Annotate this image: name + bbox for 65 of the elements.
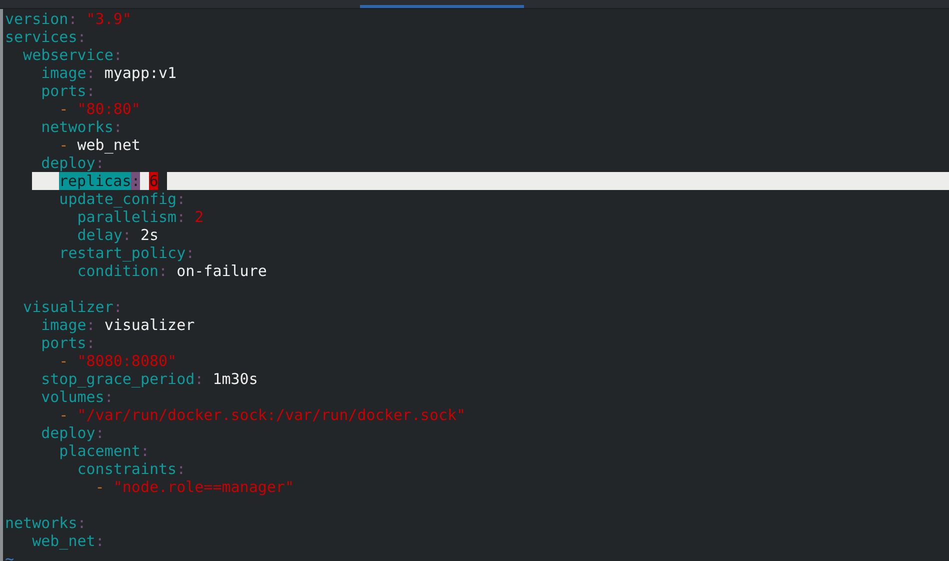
yaml-colon: : (86, 316, 96, 334)
yaml-key: restart_policy (5, 244, 186, 262)
yaml-value: on-failure (176, 262, 267, 280)
yaml-colon: : (131, 172, 140, 190)
yaml-number: 6 (149, 172, 158, 190)
yaml-key: stop_grace_period (5, 370, 195, 388)
list-dash: - (94, 478, 104, 496)
yaml-string: "/var/run/docker.sock:/var/run/docker.sock" (76, 406, 466, 424)
yaml-key: deploy (5, 154, 96, 172)
yaml-key: image (5, 316, 86, 334)
yaml-key: webservice (5, 46, 114, 64)
yaml-key: ports (5, 334, 86, 352)
yaml-value: myapp:v1 (103, 64, 177, 82)
yaml-key: networks (5, 514, 78, 532)
yaml-key: condition (5, 262, 159, 280)
yaml-key: deploy (5, 424, 96, 442)
yaml-key: version (5, 10, 68, 28)
list-dash: - (58, 100, 68, 118)
yaml-colon: : (158, 262, 168, 280)
yaml-key: ports (5, 82, 86, 100)
yaml-key: image (5, 64, 86, 82)
yaml-colon: : (140, 442, 150, 460)
yaml-value: web_net (76, 136, 140, 154)
yaml-colon: : (68, 10, 78, 28)
yaml-colon: : (77, 514, 86, 532)
yaml-colon: : (176, 460, 186, 478)
yaml-key: web_net (5, 532, 96, 550)
yaml-colon: : (95, 424, 104, 442)
yaml-colon: : (77, 28, 86, 46)
yaml-key: volumes (5, 388, 104, 406)
yaml-colon: : (86, 334, 96, 352)
yaml-value: visualizer (103, 316, 195, 334)
yaml-colon: : (86, 82, 96, 100)
list-dash: - (58, 136, 68, 154)
yaml-number: 2 (194, 208, 204, 226)
empty-line-marker: ~ (5, 550, 14, 561)
yaml-string: "8080:8080" (76, 352, 177, 370)
yaml-string: "node.role==manager" (112, 478, 294, 496)
yaml-colon: : (176, 190, 186, 208)
yaml-colon: : (95, 154, 104, 172)
yaml-colon: : (186, 244, 195, 262)
yaml-key: delay (5, 226, 122, 244)
yaml-colon: : (113, 298, 122, 316)
yaml-string: "3.9" (85, 10, 132, 28)
yaml-colon: : (113, 118, 122, 136)
list-dash: - (58, 406, 68, 424)
yaml-colon: : (122, 226, 132, 244)
yaml-key: update_config (5, 190, 177, 208)
yaml-key: networks (5, 118, 114, 136)
yaml-colon: : (95, 532, 104, 550)
yaml-string: "80:80" (76, 100, 140, 118)
yaml-colon: : (194, 370, 204, 388)
yaml-colon: : (176, 208, 186, 226)
list-dash: - (58, 352, 68, 370)
yaml-key: constraints (5, 460, 177, 478)
yaml-value: 1m30s (212, 370, 258, 388)
yaml-key: replicas (59, 172, 132, 190)
yaml-key: services (5, 28, 78, 46)
yaml-key: placement (5, 442, 140, 460)
yaml-colon: : (104, 388, 114, 406)
yaml-key: parallelism (5, 208, 177, 226)
yaml-value: 2s (139, 226, 159, 244)
yaml-colon: : (86, 64, 96, 82)
yaml-colon: : (113, 46, 122, 64)
yaml-key: visualizer (5, 298, 114, 316)
